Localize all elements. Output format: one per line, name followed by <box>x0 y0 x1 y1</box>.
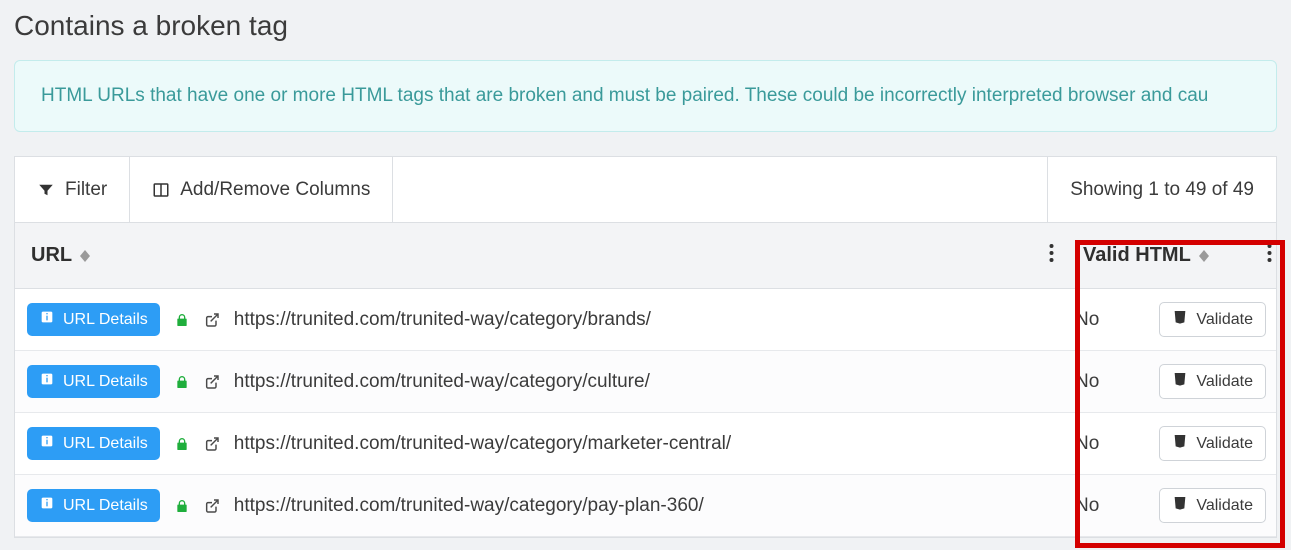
kebab-icon <box>1049 243 1054 269</box>
url-details-button-label: URL Details <box>63 311 148 329</box>
url-text[interactable]: https://trunited.com/trunited-way/catego… <box>234 309 651 331</box>
info-icon <box>39 495 55 516</box>
lock-icon <box>174 436 190 452</box>
valid-html-value: No <box>1075 309 1099 331</box>
columns-icon <box>152 181 170 199</box>
lock-icon <box>174 312 190 328</box>
cell-url: URL Details https://trunited.com/trunited… <box>27 303 1031 336</box>
sort-icon <box>1199 250 1209 262</box>
table-body: URL Details https://trunited.com/trunited… <box>15 289 1276 537</box>
validate-button[interactable]: Validate <box>1159 488 1266 523</box>
table-row: URL Details https://trunited.com/trunited… <box>15 475 1276 537</box>
cell-valid-html: No Validate <box>1071 364 1276 399</box>
valid-html-value: No <box>1075 371 1099 393</box>
table-header: URL Valid HTML <box>15 223 1276 289</box>
showing-text: Showing 1 to 49 of 49 <box>1048 157 1276 222</box>
external-link-icon[interactable] <box>204 436 220 452</box>
url-text[interactable]: https://trunited.com/trunited-way/catego… <box>234 371 650 393</box>
url-details-button-label: URL Details <box>63 497 148 515</box>
lock-icon <box>174 498 190 514</box>
cell-valid-html: No Validate <box>1071 302 1276 337</box>
column-header-url-label: URL <box>31 244 72 267</box>
cell-url: URL Details https://trunited.com/trunited… <box>27 365 1031 398</box>
table-row: URL Details https://trunited.com/trunited… <box>15 413 1276 475</box>
column-menu-url[interactable] <box>1031 223 1071 288</box>
html5-icon <box>1172 495 1188 516</box>
url-details-button[interactable]: URL Details <box>27 303 160 336</box>
sort-icon <box>80 250 90 262</box>
validate-button[interactable]: Validate <box>1159 364 1266 399</box>
filter-button-label: Filter <box>65 179 107 201</box>
validate-button-label: Validate <box>1196 435 1253 453</box>
cell-url: URL Details https://trunited.com/trunited… <box>27 489 1031 522</box>
html5-icon <box>1172 371 1188 392</box>
html5-icon <box>1172 433 1188 454</box>
column-header-valid-html-label: Valid HTML <box>1083 244 1191 267</box>
valid-html-value: No <box>1075 433 1099 455</box>
info-icon <box>39 371 55 392</box>
lock-icon <box>174 374 190 390</box>
url-text[interactable]: https://trunited.com/trunited-way/catego… <box>234 433 731 455</box>
validate-button-label: Validate <box>1196 373 1253 391</box>
kebab-icon[interactable] <box>1267 243 1272 269</box>
cell-url: URL Details https://trunited.com/trunited… <box>27 427 1031 460</box>
table-row: URL Details https://trunited.com/trunited… <box>15 289 1276 351</box>
table-row: URL Details https://trunited.com/trunited… <box>15 351 1276 413</box>
filter-icon <box>37 181 55 199</box>
validate-button[interactable]: Validate <box>1159 426 1266 461</box>
table-toolbar: Filter Add/Remove Columns Showing 1 to 4… <box>15 157 1276 223</box>
html5-icon <box>1172 309 1188 330</box>
cell-valid-html: No Validate <box>1071 426 1276 461</box>
url-details-button[interactable]: URL Details <box>27 365 160 398</box>
external-link-icon[interactable] <box>204 374 220 390</box>
info-icon <box>39 433 55 454</box>
url-details-button[interactable]: URL Details <box>27 489 160 522</box>
info-banner: HTML URLs that have one or more HTML tag… <box>14 60 1277 132</box>
column-header-valid-html[interactable]: Valid HTML <box>1071 223 1276 288</box>
external-link-icon[interactable] <box>204 498 220 514</box>
cell-valid-html: No Validate <box>1071 488 1276 523</box>
info-icon <box>39 309 55 330</box>
validate-button-label: Validate <box>1196 497 1253 515</box>
columns-button[interactable]: Add/Remove Columns <box>130 157 393 222</box>
validate-button-label: Validate <box>1196 311 1253 329</box>
filter-button[interactable]: Filter <box>15 157 130 222</box>
url-details-button-label: URL Details <box>63 435 148 453</box>
url-details-button[interactable]: URL Details <box>27 427 160 460</box>
column-header-url[interactable]: URL <box>15 223 1031 288</box>
url-text[interactable]: https://trunited.com/trunited-way/catego… <box>234 495 704 517</box>
validate-button[interactable]: Validate <box>1159 302 1266 337</box>
table-card: Filter Add/Remove Columns Showing 1 to 4… <box>14 156 1277 538</box>
page-title: Contains a broken tag <box>14 0 1277 60</box>
columns-button-label: Add/Remove Columns <box>180 179 370 201</box>
external-link-icon[interactable] <box>204 312 220 328</box>
url-details-button-label: URL Details <box>63 373 148 391</box>
valid-html-value: No <box>1075 495 1099 517</box>
